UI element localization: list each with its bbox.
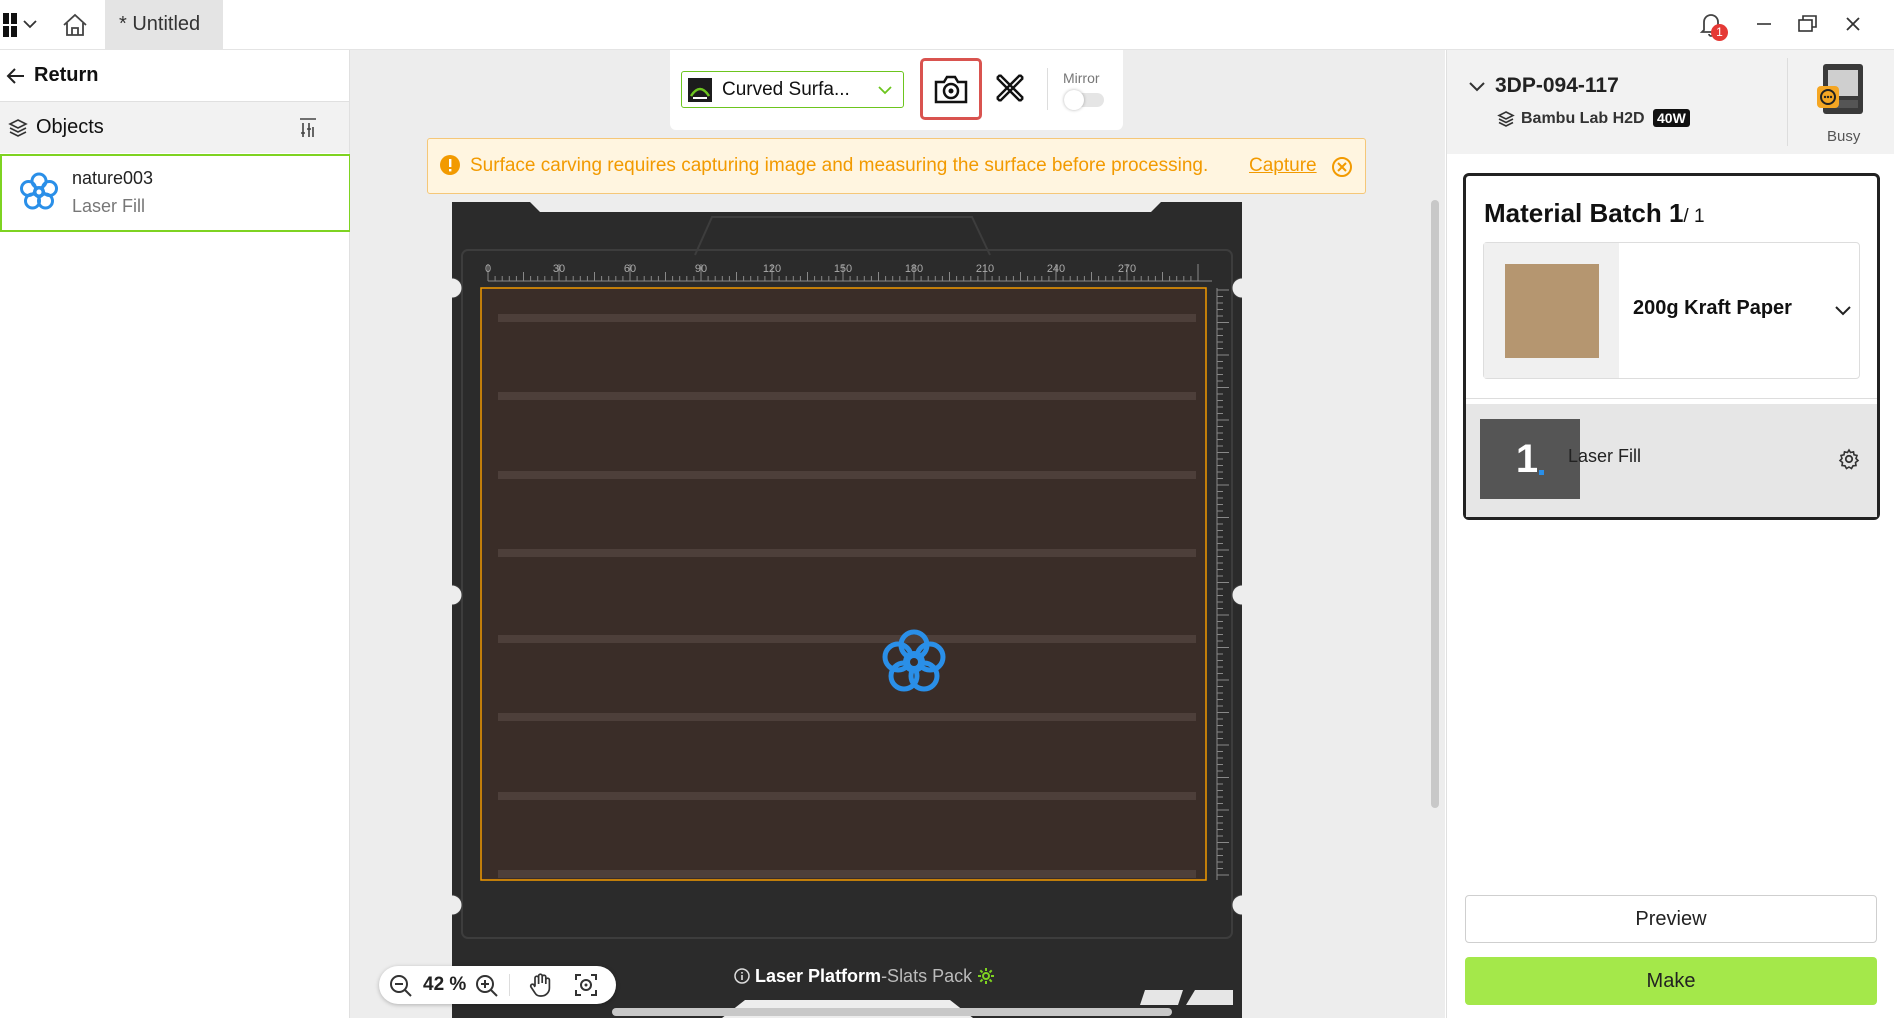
batch-title-text: Material Batch 1 — [1484, 198, 1684, 228]
sort-icon[interactable] — [298, 117, 318, 139]
fit-view-icon[interactable] — [574, 973, 598, 997]
work-bed — [481, 288, 1206, 880]
material-thumbnail — [1484, 243, 1619, 378]
ruler-label: 180 — [905, 263, 923, 275]
objects-label: Objects — [36, 116, 104, 138]
notification-badge: 1 — [1711, 24, 1728, 41]
material-select[interactable]: 200g Kraft Paper — [1483, 242, 1860, 379]
tab-untitled[interactable]: * Untitled — [105, 0, 223, 49]
bottom-marker-left — [1140, 990, 1183, 1005]
device-status: Busy — [1827, 128, 1861, 145]
laser-platform[interactable]: 0 30 60 90 120 150 180 210 240 270 — [350, 50, 1445, 1018]
ruler-label: 30 — [553, 263, 565, 275]
left-panel: Return Objects nature003 Laser Fill — [0, 50, 351, 1018]
layer-row[interactable]: 1 Laser Fill — [1466, 404, 1877, 517]
arrow-left-icon — [6, 67, 24, 84]
canvas-vertical-scrollbar[interactable] — [1431, 200, 1439, 808]
printer-layers-icon — [1497, 111, 1515, 127]
preview-button[interactable]: Preview — [1465, 895, 1877, 943]
ruler-label: 90 — [695, 263, 707, 275]
restore-icon[interactable] — [1796, 12, 1820, 36]
flower-object-icon — [20, 172, 58, 210]
app-menu-chevron-icon[interactable] — [20, 14, 40, 34]
app-logo-icon[interactable] — [0, 12, 20, 38]
material-name: 200g Kraft Paper — [1633, 297, 1792, 319]
ruler-label: 0 — [485, 263, 491, 275]
info-icon — [734, 968, 750, 984]
object-name: nature003 — [72, 168, 154, 188]
minimize-icon[interactable] — [1752, 14, 1776, 34]
zoom-value: 42 % — [423, 974, 467, 995]
platform-settings-icon[interactable] — [977, 967, 995, 985]
hand-pan-icon[interactable] — [529, 972, 553, 998]
batch-title: Material Batch 1/ 1 — [1484, 198, 1705, 229]
platform-label: Laser Platform-Slats Pack — [734, 966, 995, 987]
platform-variant: -Slats Pack — [881, 966, 973, 986]
ruler-label: 270 — [1118, 263, 1136, 275]
ruler-label: 120 — [763, 263, 781, 275]
device-chevron-down-icon[interactable] — [1469, 81, 1485, 93]
layers-icon — [8, 118, 28, 137]
ruler-label: 210 — [976, 263, 994, 275]
device-model: Bambu Lab H2D — [1521, 110, 1645, 127]
header-divider — [1787, 58, 1788, 146]
ruler-label: 150 — [834, 263, 852, 275]
platform-name: Laser Platform — [755, 966, 882, 986]
material-batch-panel: Material Batch 1/ 1 200g Kraft Paper 1 L… — [1463, 173, 1880, 520]
canvas-horizontal-scrollbar[interactable] — [612, 1008, 1172, 1016]
device-power-badge: 40W — [1653, 109, 1690, 127]
layer-number-thumb: 1 — [1480, 419, 1580, 499]
canvas-area[interactable]: Curved Surfa... Mirror Surface carving r… — [350, 50, 1445, 1018]
make-button[interactable]: Make — [1465, 957, 1877, 1005]
device-header: 3DP-094-117 Bambu Lab H2D 40W Busy — [1447, 50, 1894, 154]
ruler-label: 60 — [624, 263, 636, 275]
printer-device-icon[interactable] — [1813, 62, 1867, 124]
device-name[interactable]: 3DP-094-117 — [1495, 74, 1619, 98]
material-chevron-down-icon — [1835, 306, 1851, 316]
object-item-nature003[interactable]: nature003 Laser Fill — [0, 154, 351, 232]
ruler-label: 240 — [1047, 263, 1065, 275]
return-button[interactable]: Return — [0, 50, 349, 102]
object-type: Laser Fill — [72, 196, 146, 216]
layer-settings-gear-icon[interactable] — [1838, 448, 1860, 470]
title-bar: * Untitled 1 — [0, 0, 1894, 50]
home-icon[interactable] — [60, 11, 90, 39]
zoom-out-icon[interactable] — [389, 974, 413, 998]
close-icon[interactable] — [1841, 12, 1865, 36]
batch-divider — [1466, 398, 1877, 399]
return-label: Return — [34, 64, 99, 86]
objects-header: Objects — [0, 102, 349, 153]
layer-label: Laser Fill — [1568, 446, 1642, 466]
right-panel: 3DP-094-117 Bambu Lab H2D 40W Busy Mater… — [1446, 50, 1894, 1018]
layer-number: 1 — [1515, 436, 1539, 481]
zoom-in-icon[interactable] — [475, 974, 499, 998]
batch-count: / 1 — [1683, 206, 1705, 227]
zoom-divider — [509, 974, 510, 996]
zoom-controls: 42 % — [379, 966, 616, 1004]
